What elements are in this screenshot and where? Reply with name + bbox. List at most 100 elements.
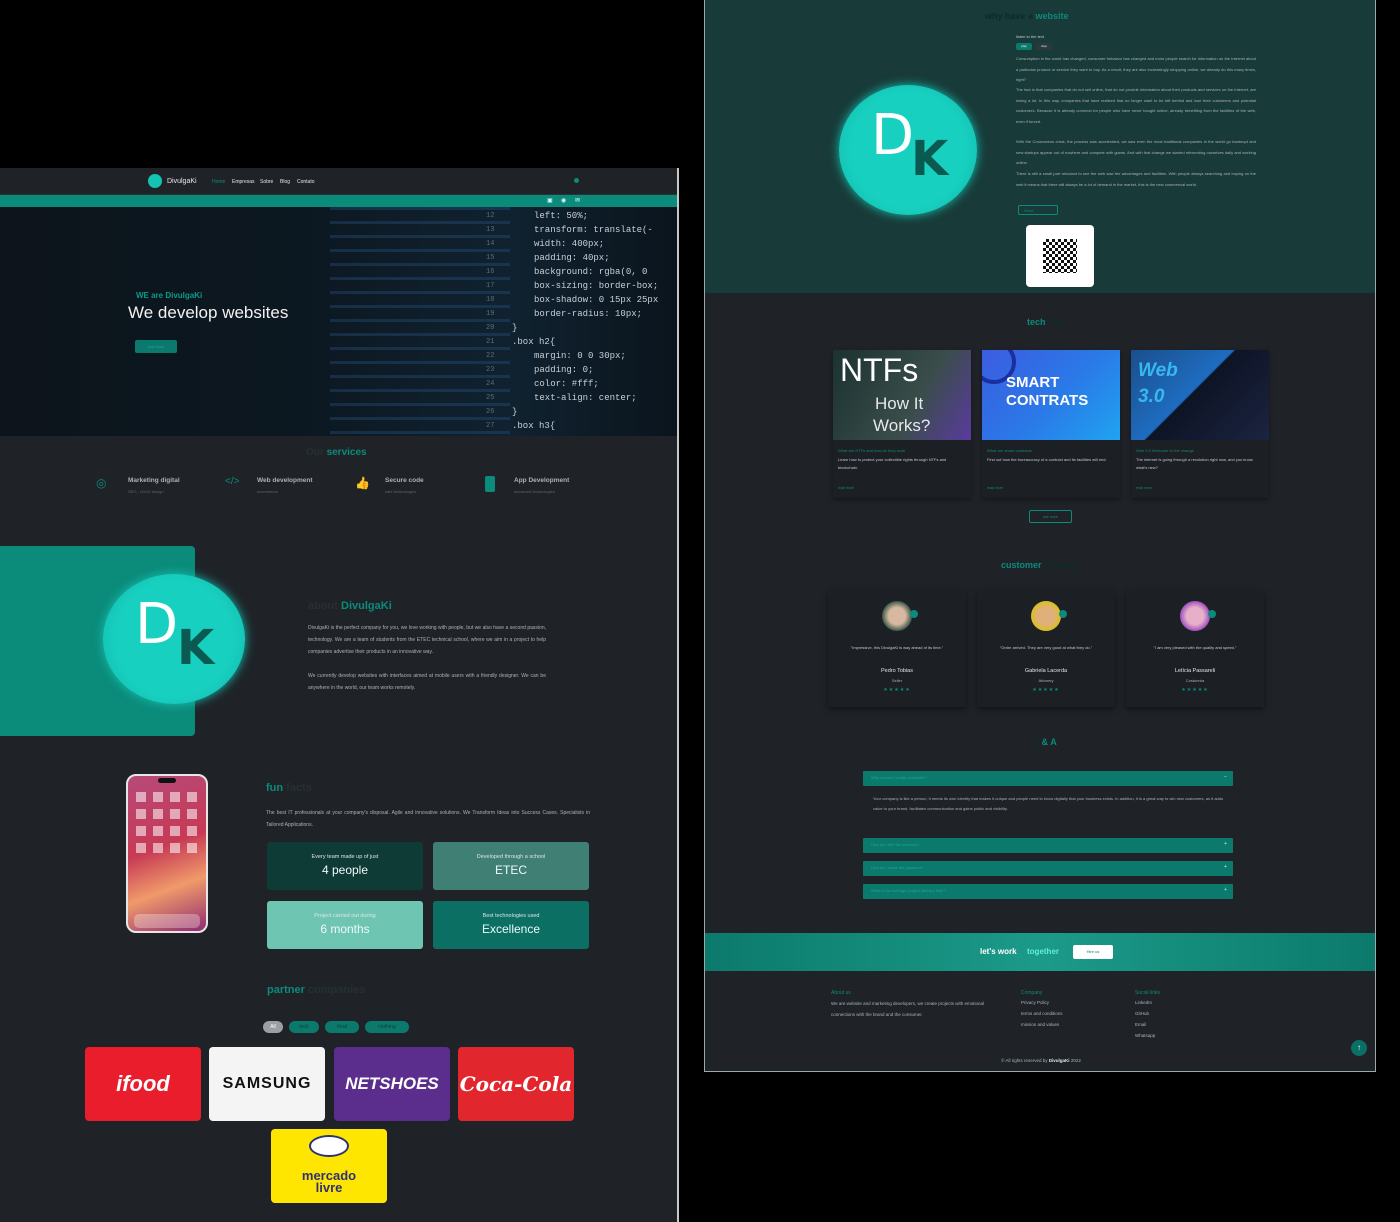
code-line: padding: 0; [534,365,594,375]
expand-icon: + [1224,864,1227,870]
filter-food[interactable]: food [325,1021,359,1033]
ntfs-img-line3: Works? [873,416,931,435]
social-bar: ▣ ◉ ✉ [0,195,677,207]
mobile-icon [485,476,495,492]
hire-us-button[interactable]: Hire us [1073,945,1113,959]
code-line: margin: 0 0 30px; [534,351,626,361]
filter-tech[interactable]: tech [289,1021,319,1033]
footer-privacy-link[interactable]: Privacy Policy [1021,997,1049,1008]
service-title-web: Web development [257,477,313,484]
why-paragraph-4: There is still a small part reluctant to… [1016,171,1256,187]
back-to-top-icon[interactable]: ↑ [1351,1040,1367,1056]
nav-home[interactable]: Home [212,179,225,185]
expand-icon: + [1224,887,1227,893]
blog-see-more-button[interactable]: see more [1029,510,1072,523]
facts-title-b: facts [286,782,312,794]
filter-all[interactable]: All [263,1021,283,1033]
qa-question-1: Why should I create a website? [871,775,927,780]
review-stars-3: ★★★★★ [1181,687,1209,693]
footer-github-link[interactable]: GitHub [1135,1008,1149,1019]
avatar-gabriela [1031,601,1061,631]
qa-question-2: How do I hire the services? [871,842,920,847]
blog-post-title-smart[interactable]: What are smart contracts [987,448,1032,453]
blog-post-title-ntfs[interactable]: What are NTFs and how do they work [838,448,905,453]
code-line: transform: translate(- [534,225,653,235]
review-card-1: "Impressive, this DivulgaKi is way ahead… [828,591,966,707]
share-button[interactable]: Share [1018,205,1058,215]
fact-big-months: 6 months [320,922,370,936]
app-icons-grid [136,792,200,858]
qa-title-a: A [1050,737,1057,747]
review-card-2: "Order arrived. They are very good at wh… [977,591,1115,707]
footer-email-link[interactable]: Email [1135,1019,1146,1030]
review-stars-1: ★★★★★ [883,687,911,693]
why-paragraph-2: The fact is that companies that do not s… [1016,87,1256,124]
nav-blog[interactable]: Blog [280,179,290,185]
about-title-a: about [308,600,338,612]
brand-cocacola[interactable]: Coca-Cola [458,1047,574,1121]
blog-image-smart: SMART CONTRATS [982,350,1120,440]
code-line: box-shadow: 0 15px 25px [534,295,659,305]
hero-see-more-button[interactable]: see more [135,340,177,353]
fact-big-excellence: Excellence [481,922,541,936]
blog-post-text-smart: Find out how the bureaucracy of a contra… [987,457,1107,462]
play-button[interactable]: play [1016,43,1032,50]
stop-button[interactable]: stop [1036,43,1052,50]
read-more-smart[interactable]: read more [987,486,1003,490]
ntfs-img-title: NTFs [840,352,919,388]
blog-card-web3[interactable]: Web 3.0 Web 3.0 Welcome to the change Th… [1131,350,1269,498]
facts-intro: The best IT professionals at your compan… [266,810,590,828]
content-page-screenshot: why have a website D K listen to the tex… [704,0,1376,1072]
read-more-web3[interactable]: read more [1136,486,1152,490]
thumbs-up-icon: 👍 [355,476,370,490]
brand-logo-icon[interactable] [148,174,162,188]
reviews-title: customer reviews [1001,560,1077,570]
brand-name[interactable]: DivulgaKi [167,178,197,185]
avatar-pedro [882,601,912,631]
theme-toggle-icon[interactable] [574,178,579,183]
code-line: color: #fff; [534,379,599,389]
brand-netshoes[interactable]: NETSHOES [334,1047,450,1121]
nav-empresas[interactable]: Empresas [232,179,255,185]
why-title-b: website [1035,11,1069,21]
github-icon[interactable]: ◉ [561,197,566,204]
code-line-number: 12 [486,212,495,220]
blog-card-ntfs[interactable]: NTFs How It Works? What are NTFs and how… [833,350,971,498]
why-paragraph-3: With the Coronavirus crisis, the process… [1016,139,1256,165]
filter-clothing[interactable]: clothing [365,1021,409,1033]
linkedin-icon[interactable]: ▣ [547,197,553,204]
code-line-number: 20 [486,324,495,332]
qr-pattern [1043,239,1077,273]
about-paragraph-1: DivulgaKi is the perfect company for you… [308,625,546,655]
brand-mercado-livre[interactable]: mercado livre [271,1129,387,1203]
brand-samsung[interactable]: SAMSUNG [209,1047,325,1121]
code-line-number: 16 [486,268,495,276]
nav-sobre[interactable]: Sobre [260,179,273,185]
qa-item-4[interactable]: What is the average project delivery tim… [863,884,1233,899]
hero-section: 12 13 14 15 16 17 18 19 20 21 22 23 24 25 26 27 left: 5… [0,207,677,436]
blog-post-title-web3[interactable]: Web 3.0 Welcome to the change [1136,448,1194,453]
read-more-ntfs[interactable]: read more [838,486,854,490]
footer-mission-link[interactable]: mission and values [1021,1019,1059,1030]
fact-card-excellence: Best technologies used Excellence [433,901,589,949]
review-role-1: Seller [891,678,903,683]
phone-notch [158,778,176,783]
email-icon[interactable]: ✉ [575,197,580,204]
footer-terms-link[interactable]: terms and conditions [1021,1008,1063,1019]
footer-whatsapp-link[interactable]: Whatsapp [1135,1030,1155,1041]
about-title: about DivulgaKi [308,600,392,612]
qa-item-3[interactable]: How do I make the payment? + [863,861,1233,876]
blog-card-smart-contracts[interactable]: SMART CONTRATS What are smart contracts … [982,350,1120,498]
hero-code-blur [330,207,510,436]
qa-item-2[interactable]: How do I hire the services? + [863,838,1233,853]
qa-item-1[interactable]: Why should I create a website? − [863,771,1233,786]
code-icon: </> [225,476,240,487]
footer-linkedin-link[interactable]: LinkedIn [1135,997,1152,1008]
brand-ifood[interactable]: ifood [85,1047,201,1121]
service-title-app: App Development [514,477,570,484]
nav-contato[interactable]: Contato [297,179,315,185]
review-quote-1: "Impressive, this DivulgaKi is way ahead… [850,645,944,650]
code-line-number: 24 [486,380,495,388]
blog-image-ntfs: NTFs How It Works? [833,350,971,440]
footer-about-heading: About us [831,990,851,996]
